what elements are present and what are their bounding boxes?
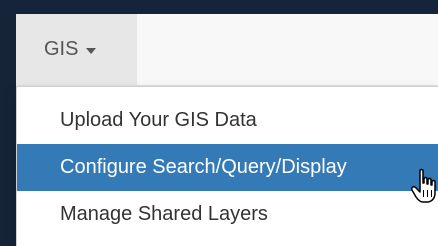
menu-item-label: Upload Your GIS Data (60, 109, 257, 131)
menu-item-manage-shared-layers[interactable]: Manage Shared Layers (17, 191, 438, 238)
gis-dropdown-menu: Upload Your GIS Data Configure Search/Qu… (16, 86, 438, 246)
menu-item-upload-gis-data[interactable]: Upload Your GIS Data (17, 97, 438, 144)
screen: GIS Upload Your GIS Data Configure Searc… (0, 0, 438, 246)
hand-pointer-icon (411, 168, 436, 203)
menu-item-label: Configure Search/Query/Display (60, 156, 347, 178)
menu-item-label: Manage Shared Layers (60, 203, 268, 225)
gis-menu-label: GIS (44, 38, 79, 60)
menu-item-configure-search-query-display[interactable]: Configure Search/Query/Display (17, 144, 438, 191)
navbar: GIS (16, 14, 438, 86)
gis-menu-toggle[interactable]: GIS (16, 14, 137, 85)
caret-down-icon (86, 47, 97, 54)
